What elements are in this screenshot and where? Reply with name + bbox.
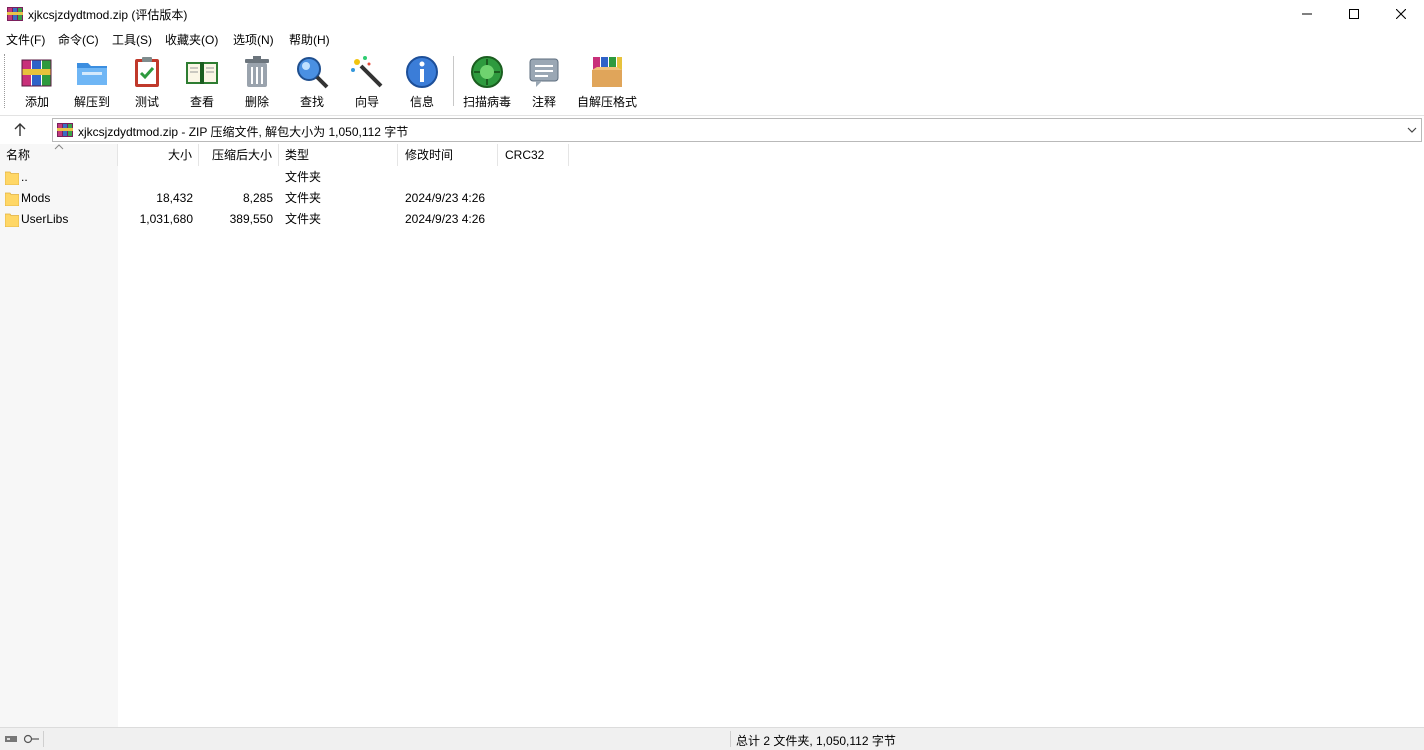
- table-row-parent[interactable]: .. 文件夹: [0, 167, 600, 188]
- delete-trash-icon: [245, 56, 269, 87]
- row-name: ..: [21, 170, 28, 184]
- info-icon: [406, 56, 438, 88]
- virus-scan-button[interactable]: 扫描病毒: [461, 54, 513, 110]
- row-name: UserLibs: [21, 212, 69, 226]
- virus-scan-icon: [471, 56, 503, 88]
- row-packed: [199, 167, 273, 188]
- info-label: 信息: [409, 95, 434, 109]
- row-size: 18,432: [156, 191, 193, 205]
- maximize-icon: [1349, 9, 1359, 19]
- row-modified: 2024/9/23 4:26: [405, 191, 486, 205]
- row-packed: 8,285: [242, 191, 273, 205]
- column-header: 名称 大小 压缩后大小 类型 修改时间 CRC32: [0, 144, 1424, 166]
- close-button[interactable]: [1378, 0, 1424, 28]
- extract-folder-icon: [77, 63, 107, 85]
- find-button[interactable]: 查找: [293, 54, 331, 110]
- column-header-size[interactable]: 大小: [118, 144, 199, 166]
- address-text: xjkcsjzdydtmod.zip - ZIP 压缩文件, 解包大小为 1,0…: [78, 125, 409, 139]
- wizard-wand-icon: [351, 56, 383, 88]
- extract-to-label: 解压到: [73, 95, 110, 109]
- file-list: 名称 大小 压缩后大小 类型 修改时间 CRC32 .. 文件夹 Mods 18…: [0, 144, 1424, 727]
- table-row-mods[interactable]: Mods 18,432 8,285 文件夹 2024/9/23 4:26: [0, 188, 600, 209]
- winrar-app-icon: [7, 7, 23, 21]
- row-size: 1,031,680: [139, 212, 193, 226]
- row-type: 文件夹: [285, 191, 322, 205]
- wizard-label: 向导: [354, 95, 379, 109]
- name-column-background: [0, 144, 118, 727]
- comment-note-icon: [529, 58, 559, 87]
- row-type: 文件夹: [285, 170, 322, 184]
- status-bar: 总计 2 文件夹, 1,050,112 字节: [0, 727, 1424, 750]
- column-header-name[interactable]: 名称: [0, 144, 118, 166]
- virus-scan-label: 扫描病毒: [462, 95, 511, 109]
- zip-archive-icon: [57, 123, 73, 137]
- row-type: 文件夹: [285, 212, 322, 226]
- folder-icon: [5, 213, 19, 227]
- comment-button[interactable]: 注释: [525, 54, 563, 110]
- chevron-down-icon[interactable]: [1406, 124, 1418, 136]
- add-label: 添加: [24, 95, 49, 109]
- table-row-userlibs[interactable]: UserLibs 1,031,680 389,550 文件夹 2024/9/23…: [0, 209, 600, 230]
- menu-favorites[interactable]: 收藏夹(O): [165, 31, 218, 48]
- view-book-icon: [186, 62, 218, 84]
- toolbar-grip[interactable]: [4, 54, 7, 108]
- delete-label: 删除: [244, 95, 269, 109]
- folder-icon: [5, 171, 19, 185]
- view-button[interactable]: 查看: [180, 54, 224, 110]
- drive-key-icon[interactable]: [4, 734, 40, 744]
- sfx-label: 自解压格式: [576, 95, 637, 109]
- find-label: 查找: [299, 95, 324, 109]
- status-divider: [730, 731, 731, 747]
- row-modified: 2024/9/23 4:26: [405, 212, 486, 226]
- title-bar: xjkcsjzdydtmod.zip (评估版本): [0, 0, 1424, 28]
- toolbar-separator: [453, 56, 454, 106]
- column-name-label: 名称: [6, 148, 31, 162]
- address-combobox[interactable]: xjkcsjzdydtmod.zip - ZIP 压缩文件, 解包大小为 1,0…: [52, 118, 1422, 142]
- toolbar: 添加 解压到 测试 查看 删除 查找 向导 信息 扫描病毒 注释 自解压格式: [0, 48, 1424, 114]
- menu-help[interactable]: 帮助(H): [289, 31, 330, 48]
- test-button[interactable]: 测试: [128, 54, 166, 110]
- minimize-button[interactable]: [1284, 0, 1330, 28]
- menu-file[interactable]: 文件(F): [6, 31, 45, 48]
- column-header-modified[interactable]: 修改时间: [398, 144, 498, 166]
- extract-to-button[interactable]: 解压到: [70, 54, 114, 110]
- address-bar: xjkcsjzdydtmod.zip - ZIP 压缩文件, 解包大小为 1,0…: [0, 115, 1424, 144]
- comment-label: 注释: [531, 95, 556, 109]
- find-magnifier-icon: [297, 57, 329, 89]
- status-divider: [43, 731, 44, 747]
- folder-icon: [5, 192, 19, 206]
- wizard-button[interactable]: 向导: [348, 54, 386, 110]
- menu-options[interactable]: 选项(N): [233, 31, 274, 48]
- minimize-icon: [1302, 13, 1312, 15]
- menu-tools[interactable]: 工具(S): [112, 31, 152, 48]
- row-size: [118, 167, 193, 188]
- maximize-button[interactable]: [1331, 0, 1377, 28]
- add-archive-icon: [21, 59, 52, 87]
- menu-bar: 文件(F) 命令(C) 工具(S) 收藏夹(O) 选项(N) 帮助(H): [0, 28, 1424, 48]
- column-header-crc[interactable]: CRC32: [498, 144, 569, 166]
- test-clipboard-icon: [135, 57, 159, 87]
- test-label: 测试: [134, 95, 159, 109]
- status-summary: 总计 2 文件夹, 1,050,112 字节: [736, 734, 896, 748]
- menu-commands[interactable]: 命令(C): [58, 31, 99, 48]
- column-header-packed[interactable]: 压缩后大小: [199, 144, 279, 166]
- info-button[interactable]: 信息: [403, 54, 441, 110]
- sfx-box-icon: [592, 57, 622, 87]
- row-name: Mods: [21, 191, 51, 205]
- column-header-type[interactable]: 类型: [279, 144, 398, 166]
- up-arrow-icon[interactable]: [10, 122, 30, 138]
- close-icon: [1396, 9, 1406, 19]
- delete-button[interactable]: 删除: [238, 54, 276, 110]
- window-title: xjkcsjzdydtmod.zip (评估版本): [28, 8, 188, 22]
- sfx-button[interactable]: 自解压格式: [576, 54, 638, 110]
- view-label: 查看: [189, 95, 214, 109]
- add-button[interactable]: 添加: [18, 54, 56, 110]
- sort-ascending-icon: [54, 144, 64, 150]
- row-packed: 389,550: [229, 212, 273, 226]
